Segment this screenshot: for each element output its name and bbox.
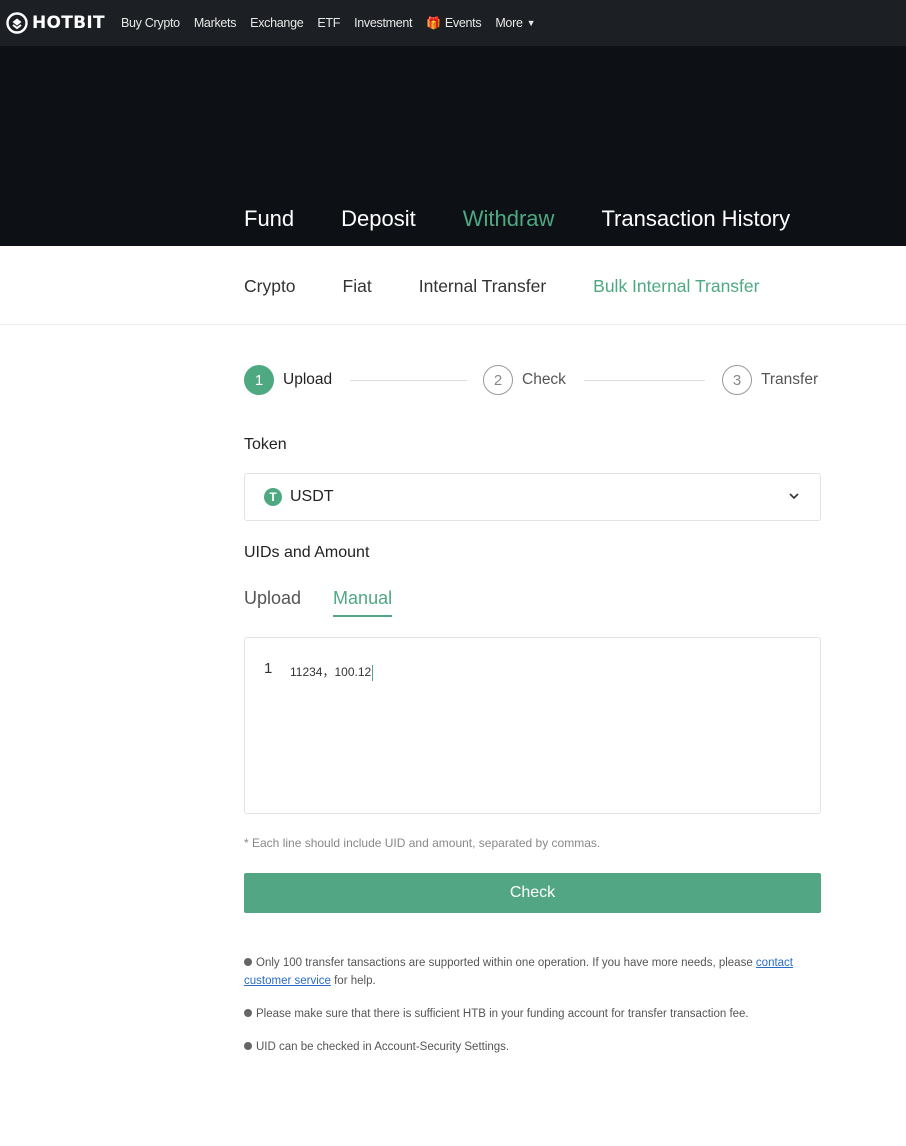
main-tabs: Fund Deposit Withdraw Transaction Histor… (244, 206, 837, 232)
uid-amount-editor[interactable]: 1 11234，100.12 (244, 637, 821, 814)
nav-investment[interactable]: Investment (354, 16, 412, 30)
step-check: 2 Check (483, 364, 566, 396)
nav-exchange[interactable]: Exchange (250, 16, 304, 30)
nav-buy-crypto[interactable]: Buy Crypto (121, 16, 180, 30)
step-number: 3 (722, 365, 752, 395)
nav-etf[interactable]: ETF (317, 16, 340, 30)
step-number: 1 (244, 365, 274, 395)
nav-more[interactable]: More ▼ (495, 16, 535, 30)
subtab-crypto[interactable]: Crypto (244, 276, 296, 297)
note-text: Only 100 transfer tansactions are suppor… (256, 957, 753, 969)
line-number: 1 (264, 660, 273, 677)
step-connector (584, 380, 705, 381)
subtab-fiat[interactable]: Fiat (343, 276, 372, 297)
tab-transaction-history[interactable]: Transaction History (601, 206, 790, 232)
notes: Only 100 transfer tansactions are suppor… (244, 954, 821, 1071)
check-button[interactable]: Check (244, 873, 821, 913)
nav-more-label: More (495, 16, 523, 30)
sub-tabs: Crypto Fiat Internal Transfer Bulk Inter… (244, 276, 806, 297)
usdt-token-icon: T (264, 488, 282, 506)
tab-upload[interactable]: Upload (244, 588, 301, 617)
top-navbar: HOTBIT Buy Crypto Markets Exchange ETF I… (0, 0, 906, 46)
note-text: UID can be checked in Account-Security S… (256, 1041, 510, 1053)
uids-label: UIDs and Amount (244, 544, 370, 561)
note-text: Please make sure that there is sufficien… (256, 1008, 749, 1020)
tab-fund[interactable]: Fund (244, 206, 294, 232)
step-number: 2 (483, 365, 513, 395)
hero-banner: Fund Deposit Withdraw Transaction Histor… (0, 46, 906, 246)
step-label: Upload (283, 371, 333, 388)
token-value: USDT (290, 488, 334, 505)
subtab-internal-transfer[interactable]: Internal Transfer (419, 276, 546, 297)
nav-events-label: Events (444, 16, 482, 30)
nav-markets[interactable]: Markets (194, 16, 237, 30)
tab-deposit[interactable]: Deposit (341, 206, 416, 232)
subtab-bulk-internal-transfer[interactable]: Bulk Internal Transfer (593, 276, 759, 297)
tab-manual[interactable]: Manual (333, 588, 393, 617)
token-select[interactable]: T USDT (244, 473, 821, 521)
nav-events[interactable]: 🎁 Events (426, 16, 481, 30)
note-item: Only 100 transfer tansactions are suppor… (244, 954, 821, 990)
note-item: Please make sure that there is sufficien… (244, 1005, 821, 1023)
token-label: Token (244, 436, 287, 453)
step-transfer: 3 Transfer (722, 364, 818, 396)
gift-icon: 🎁 (426, 16, 441, 30)
editor-line: 11234，100.12 (290, 663, 374, 681)
bullet-icon (244, 958, 252, 966)
format-hint: * Each line should include UID and amoun… (244, 836, 601, 850)
text-cursor (372, 664, 374, 681)
input-mode-tabs: Upload Manual (244, 588, 424, 617)
step-label: Transfer (761, 371, 819, 388)
step-connector (350, 380, 467, 381)
logo-text: HOTBIT (32, 13, 105, 33)
caret-down-icon: ▼ (526, 18, 536, 28)
tab-withdraw[interactable]: Withdraw (463, 206, 555, 232)
step-upload: 1 Upload (244, 364, 332, 396)
note-suffix: for help. (330, 975, 376, 987)
hotbit-logo-icon (6, 12, 28, 34)
logo[interactable]: HOTBIT (6, 0, 105, 46)
bullet-icon (244, 1042, 252, 1050)
bullet-icon (244, 1009, 252, 1017)
editor-line-text: 11234，100.12 (290, 665, 372, 679)
step-label: Check (522, 371, 566, 388)
divider (0, 324, 906, 325)
chevron-down-icon (789, 493, 799, 500)
note-item: UID can be checked in Account-Security S… (244, 1038, 821, 1056)
